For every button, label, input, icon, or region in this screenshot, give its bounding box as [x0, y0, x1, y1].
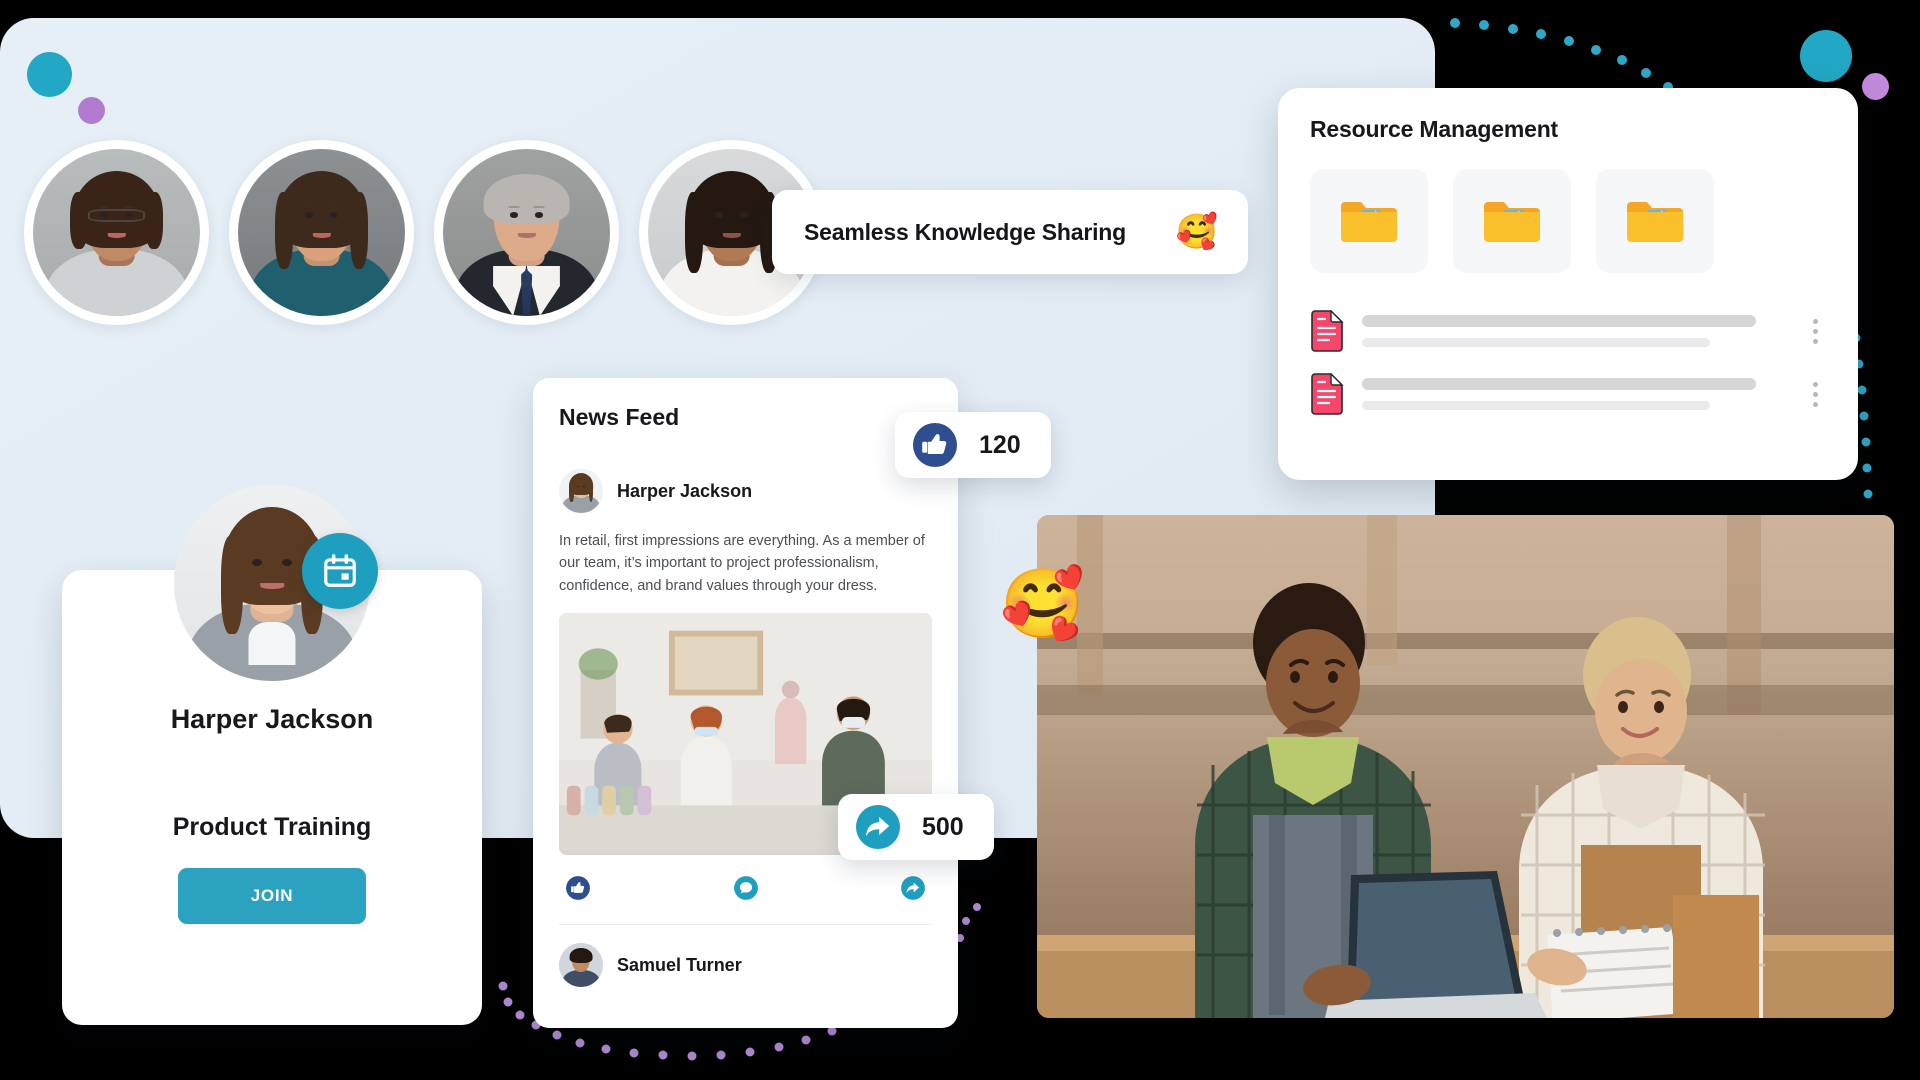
- profile-avatar-wrap: [174, 485, 378, 681]
- avatar-photo-2: [238, 149, 405, 316]
- avatar-photo-3: [443, 149, 610, 316]
- profile-name: Harper Jackson: [170, 704, 374, 734]
- avatar[interactable]: [24, 140, 209, 325]
- resource-management-title: Resource Management: [1310, 116, 1558, 142]
- document-row[interactable]: [1310, 303, 1826, 366]
- folder-tile[interactable]: [1453, 169, 1571, 273]
- folder-tile[interactable]: [1596, 169, 1714, 273]
- avatar[interactable]: [559, 943, 603, 988]
- like-button[interactable]: [565, 875, 591, 906]
- decor-dot-purple-small: [78, 97, 105, 124]
- folder-tile[interactable]: [1310, 169, 1428, 273]
- comment-button[interactable]: [733, 875, 759, 906]
- folder-document-icon: [1341, 202, 1397, 242]
- decor-dot-teal-top-right: [1800, 30, 1852, 82]
- post-header: Harper Jackson: [559, 469, 932, 513]
- document-icon: [1311, 310, 1344, 352]
- share-icon: [856, 805, 900, 849]
- document-list: [1310, 303, 1826, 429]
- comment-row[interactable]: Samuel Turner: [559, 925, 932, 988]
- share-button[interactable]: [900, 875, 926, 906]
- join-button[interactable]: JOIN: [178, 868, 366, 924]
- thumbs-up-icon: [566, 876, 590, 901]
- like-count-badge[interactable]: 120: [895, 412, 1051, 478]
- comment-author-name: Samuel Turner: [617, 954, 742, 975]
- decor-dot-teal-large: [27, 52, 72, 97]
- avatar[interactable]: [229, 140, 414, 325]
- comment-icon: [733, 876, 758, 901]
- folder-document-icon: [1484, 202, 1540, 242]
- post-actions: [559, 855, 932, 926]
- share-count-value: 500: [922, 812, 964, 841]
- hero-photo-illustration: [1037, 515, 1894, 1018]
- post-author-name: Harper Jackson: [617, 480, 753, 501]
- document-placeholder-bars: [1362, 378, 1786, 410]
- thumbs-up-icon: [913, 423, 957, 467]
- share-icon: [901, 876, 925, 901]
- news-feed-title: News Feed: [559, 404, 680, 430]
- profile-course-title: Product Training: [172, 813, 372, 841]
- avatar-photo-1: [33, 149, 200, 316]
- like-count-value: 120: [979, 430, 1021, 459]
- folder-document-icon: [1627, 202, 1683, 242]
- screenshot-root: Seamless Knowledge Sharing 🥰 Resource Ma…: [0, 0, 1920, 1080]
- calendar-badge[interactable]: [302, 533, 378, 609]
- avatar[interactable]: [434, 140, 619, 325]
- resource-management-card: Resource Management: [1278, 88, 1858, 480]
- knowledge-sharing-label: Seamless Knowledge Sharing: [804, 218, 1127, 245]
- calendar-icon: [324, 554, 356, 587]
- kebab-menu-icon[interactable]: [1804, 381, 1826, 407]
- knowledge-sharing-banner: Seamless Knowledge Sharing 🥰: [772, 190, 1248, 274]
- avatar[interactable]: [559, 469, 603, 513]
- document-row[interactable]: [1310, 366, 1826, 429]
- smiling-face-with-hearts-icon: 🥰: [1175, 213, 1218, 251]
- share-count-badge[interactable]: 500: [838, 794, 994, 860]
- news-feed-card: News Feed Harper Jackson In retail, firs…: [533, 378, 958, 1028]
- profile-card: Harper Jackson Product Training JOIN: [62, 485, 482, 1025]
- post-body-text: In retail, first impressions are everyth…: [559, 533, 925, 594]
- hero-photo: [1037, 515, 1894, 1018]
- document-placeholder-bars: [1362, 315, 1786, 347]
- decor-dot-purple-top-right: [1862, 73, 1889, 100]
- kebab-menu-icon[interactable]: [1804, 318, 1826, 344]
- smiling-face-with-hearts-icon: 🥰: [1000, 566, 1085, 642]
- avatar-row: [24, 140, 824, 325]
- folder-tile-row: [1310, 169, 1826, 273]
- document-icon: [1311, 373, 1344, 415]
